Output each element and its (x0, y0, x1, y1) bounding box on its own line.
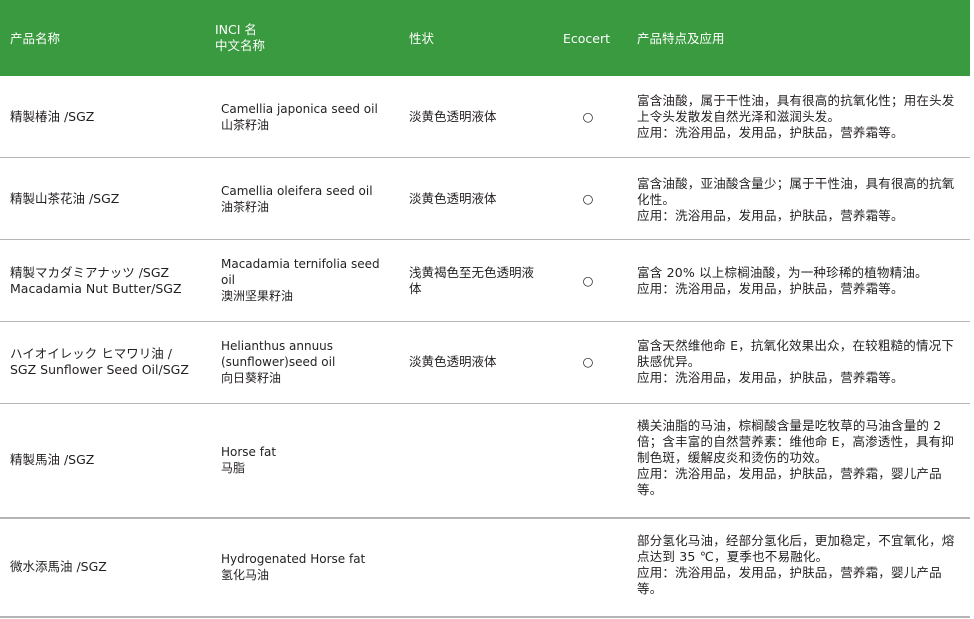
appearance: 淡黄色透明液体 (409, 191, 497, 206)
product-name: 微水添馬油 /SGZ (10, 559, 107, 574)
ecocert-mark: ○ (582, 191, 594, 206)
product-name: 精製マカダミアナッツ /SGZ Macadamia Nut Butter/SGZ (10, 265, 182, 296)
table-row: ハイオイレック ヒマワリ油 / SGZ Sunflower Seed Oil/S… (0, 322, 970, 403)
inci-name: Horse fat 马脂 (221, 445, 277, 475)
features: 富含油酸，亚油酸含量少；属于干性油，具有很高的抗氧化性。 应用：洗浴用品，发用品… (637, 176, 955, 223)
ecocert-mark: ○ (582, 354, 594, 369)
appearance: 淡黄色透明液体 (409, 109, 497, 124)
table-row: 精製山茶花油 /SGZ Camellia oleifera seed oil 油… (0, 158, 970, 239)
product-name: 精製馬油 /SGZ (10, 452, 95, 467)
inci-name: Macadamia ternifolia seed oil 澳洲坚果籽油 (221, 257, 380, 303)
features: 部分氢化马油，经部分氢化后，更加稳定，不宜氧化，熔点达到 35 ℃，夏季也不易融… (637, 533, 955, 596)
row-divider (0, 616, 970, 618)
header-features: 产品特点及应用 (637, 31, 725, 46)
table-row: 精製マカダミアナッツ /SGZ Macadamia Nut Butter/SGZ… (0, 240, 970, 321)
inci-name: Camellia japonica seed oil 山茶籽油 (221, 102, 378, 132)
features: 富含油酸，属于干性油，具有很高的抗氧化性；用在头发上令头发散发自然光泽和滋润头发… (637, 93, 955, 140)
appearance: 浅黄褐色至无色透明液体 (409, 265, 535, 296)
table-header: 产品名称 INCI 名 中文名称 性状 Ecocert 产品特点及应用 (0, 0, 970, 76)
header-ecocert: Ecocert (563, 31, 611, 46)
product-name: 精製椿油 /SGZ (10, 109, 95, 124)
product-name: 精製山茶花油 /SGZ (10, 191, 120, 206)
inci-name: Camellia oleifera seed oil 油茶籽油 (221, 184, 373, 214)
inci-name: Hydrogenated Horse fat 氢化马油 (221, 552, 366, 582)
table-row: 精製椿油 /SGZ Camellia japonica seed oil 山茶籽… (0, 76, 970, 157)
ecocert-mark: ○ (582, 273, 594, 288)
features: 富含天然维他命 E，抗氧化效果出众，在较粗糙的情况下肤感优异。 应用：洗浴用品，… (637, 338, 955, 385)
header-appearance: 性状 (409, 31, 435, 46)
features: 横关油脂的马油，棕榈酸含量是吃牧草的马油含量的 2 倍；含丰富的自然营养素：维他… (637, 418, 955, 497)
table-row: 精製馬油 /SGZ Horse fat 马脂 横关油脂的马油，棕榈酸含量是吃牧草… (0, 404, 970, 517)
product-name: ハイオイレック ヒマワリ油 / SGZ Sunflower Seed Oil/S… (10, 346, 189, 377)
appearance: 淡黄色透明液体 (409, 354, 497, 369)
header-inci-name: INCI 名 中文名称 (215, 22, 266, 53)
features: 富含 20% 以上棕榈油酸，为一种珍稀的植物精油。 应用：洗浴用品，发用品，护肤… (637, 265, 928, 296)
inci-name: Helianthus annuus (sunflower)seed oil 向日… (221, 339, 336, 385)
header-product-name: 产品名称 (10, 31, 61, 46)
ecocert-mark: ○ (582, 109, 594, 124)
table-row: 微水添馬油 /SGZ Hydrogenated Horse fat 氢化马油 部… (0, 519, 970, 616)
